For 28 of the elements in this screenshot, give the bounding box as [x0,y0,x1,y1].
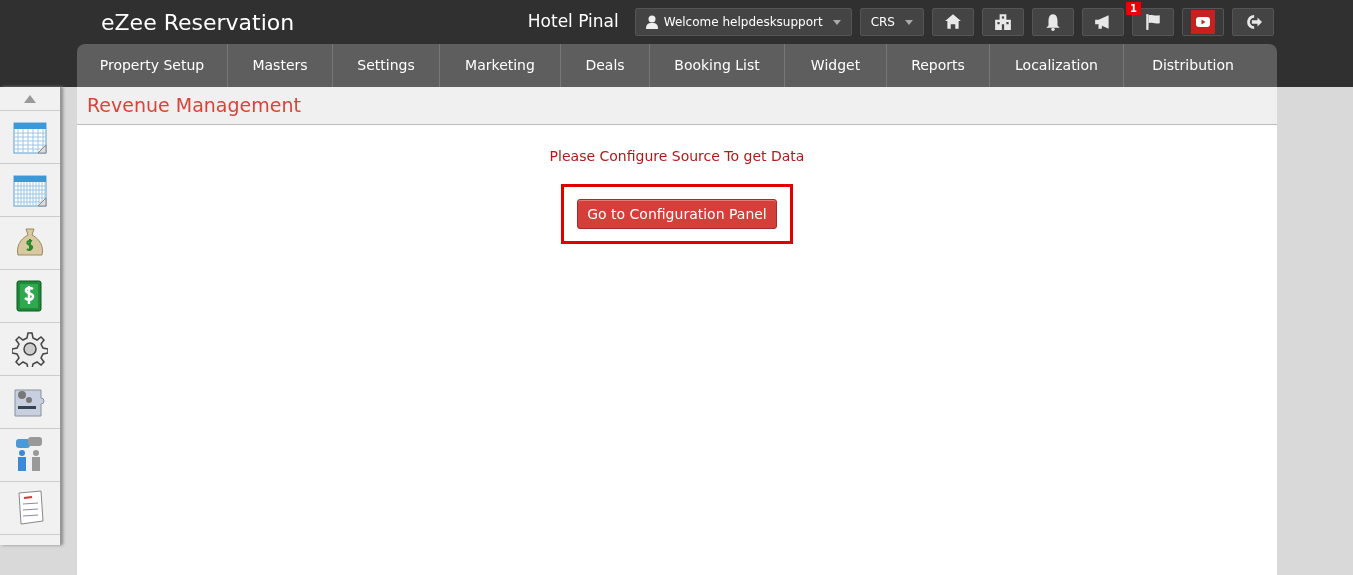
nav-tab[interactable]: Distribution [1124,44,1262,87]
bell-icon [1044,13,1062,31]
toolbar-button[interactable] [1232,8,1274,36]
user-menu[interactable]: Welcome helpdesksupport [634,8,852,36]
toolbar-button[interactable] [1032,8,1074,36]
user-icon [645,15,658,29]
mode-menu[interactable]: CRS [859,8,924,36]
page-title: Revenue Management [87,93,301,119]
logout-icon [1244,13,1262,31]
toolbar-button[interactable] [982,8,1024,36]
toolbar-button[interactable] [1182,8,1224,36]
app-title: eZee Reservation [101,8,296,37]
megaphone-icon [1094,13,1112,31]
home-icon [944,13,962,31]
gear-icon[interactable] [12,331,48,367]
configuration-button[interactable]: Go to Configuration Panel [577,199,777,229]
calendar-icon[interactable] [12,119,48,155]
play-icon [1195,14,1211,30]
notification-badge: 1 [1126,2,1141,15]
toolbar-button[interactable] [932,8,974,36]
buildings-icon [994,13,1012,31]
caret-icon [905,19,913,25]
flag-icon [1144,13,1162,31]
caret-icon [832,19,841,25]
calendar-icon[interactable] [12,172,48,208]
info-message: Please Configure Source To get Data [549,147,805,166]
toolbar-button[interactable] [1082,8,1124,36]
hotel-name: Hotel Pinal [527,10,619,34]
